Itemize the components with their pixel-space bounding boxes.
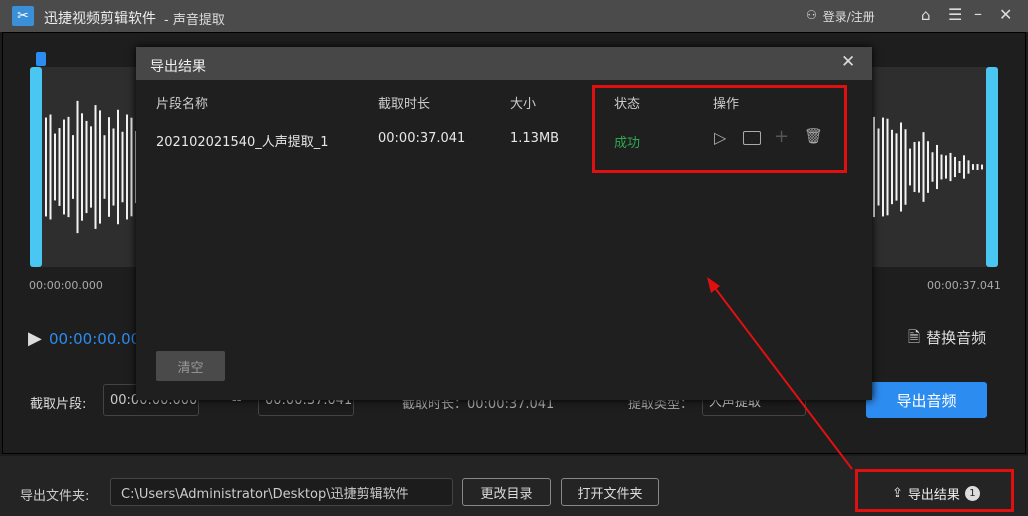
annotation-arrow bbox=[707, 277, 853, 470]
